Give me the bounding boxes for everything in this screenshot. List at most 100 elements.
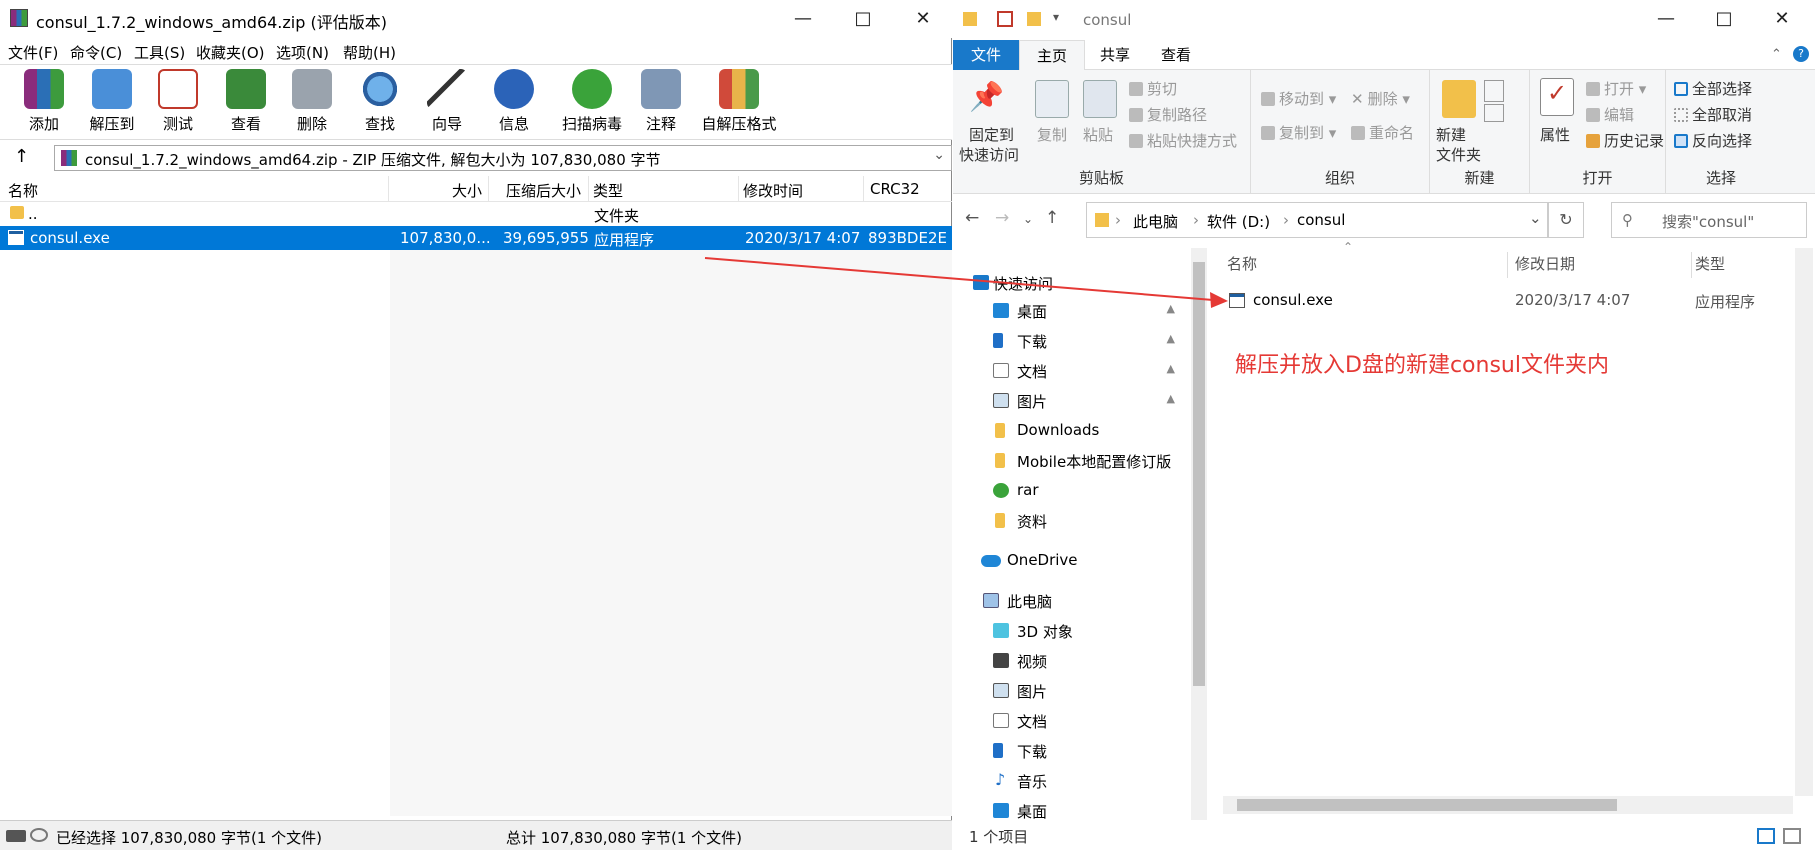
large-icons-view-icon[interactable] [1783,828,1801,844]
wizard-button[interactable]: 向导 [413,69,481,137]
horizontal-scrollbar[interactable] [1223,796,1793,814]
tab-home[interactable]: 主页 [1019,40,1085,70]
customize-dropdown-icon[interactable]: ▾ [1053,10,1059,24]
tab-share[interactable]: 共享 [1085,40,1145,70]
pin-to-quick-access-button[interactable]: 固定到 [969,124,1014,145]
breadcrumb-drive-d[interactable]: 软件 (D:) [1207,211,1270,232]
invert-selection-button[interactable]: 反向选择 [1674,130,1752,151]
breadcrumb-this-pc[interactable]: 此电脑 [1133,211,1178,232]
scrollbar-thumb[interactable] [1237,799,1617,811]
refresh-button[interactable]: ↻ [1548,202,1584,238]
nav-download[interactable]: 下载 ▲ [953,328,1193,354]
delete-button[interactable]: ✕ 删除 ▾ [1351,88,1410,109]
up-arrow-icon[interactable]: ↑ [14,146,29,167]
new-folder-button[interactable]: 新建 [1436,124,1466,145]
extract-to-button[interactable]: 解压到 [78,69,146,137]
nav-this-pc[interactable]: 此电脑 [953,588,1193,614]
menu-file[interactable]: 文件(F) [8,42,58,63]
paste-button[interactable]: 粘贴 [1083,124,1113,145]
nav-videos[interactable]: 视频 [953,648,1193,674]
comment-button[interactable]: 注释 [627,69,695,137]
view-button[interactable]: 查看 [212,69,280,137]
nav-pictures[interactable]: 图片 ▲ [953,388,1193,414]
nav-folder-rar[interactable]: rar [953,478,1193,504]
nav-quick-access[interactable]: 快速访问 [953,270,1193,296]
nav-music[interactable]: ♪ 音乐 [953,768,1193,794]
nav-documents-pc[interactable]: 文档 [953,708,1193,734]
nav-download-pc[interactable]: 下载 [953,738,1193,764]
column-divider[interactable] [388,176,389,202]
menu-command[interactable]: 命令(C) [70,42,122,63]
col-name[interactable]: 名称 [1227,253,1257,274]
new-item-icon[interactable] [1484,80,1504,102]
col-type[interactable]: 类型 [593,180,623,201]
test-button[interactable]: 测试 [144,69,212,137]
column-divider[interactable] [738,176,739,202]
open-button[interactable]: 打开 ▾ [1586,78,1646,99]
copy-path-button[interactable]: 复制路径 [1129,104,1207,125]
sfx-button[interactable]: 自解压格式 [700,69,778,137]
edit-button[interactable]: 编辑 [1586,104,1634,125]
find-button[interactable]: 查找 [346,69,414,137]
menu-favorites[interactable]: 收藏夹(O) [196,42,265,63]
list-item[interactable]: consul.exe 2020/3/17 4:07 应用程序 [1207,288,1815,314]
column-divider[interactable] [588,176,589,202]
move-to-button[interactable]: 移动到 ▾ [1261,88,1336,109]
nav-desktop[interactable]: 桌面 ▲ [953,298,1193,324]
nav-folder-downloads[interactable]: Downloads [953,418,1193,444]
forward-arrow-icon[interactable]: → [995,208,1009,228]
breadcrumb[interactable]: › 此电脑 › 软件 (D:) › consul ⌄ [1086,202,1548,238]
properties-button[interactable]: 属性 [1540,124,1570,145]
menu-help[interactable]: 帮助(H) [343,42,396,63]
scrollbar-thumb[interactable] [1193,262,1205,686]
recent-locations-icon[interactable]: ⌄ [1023,212,1033,226]
col-packed[interactable]: 压缩后大小 [506,180,581,201]
select-all-button[interactable]: 全部选择 [1674,78,1752,99]
scan-virus-button[interactable]: 扫描病毒 [557,69,627,137]
add-button[interactable]: 添加 [10,69,78,137]
select-none-button[interactable]: 全部取消 [1674,104,1752,125]
nav-3d-objects[interactable]: 3D 对象 [953,618,1193,644]
nav-documents[interactable]: 文档 ▲ [953,358,1193,384]
breadcrumb-consul[interactable]: consul [1297,211,1345,229]
close-button[interactable]: ✕ [1759,0,1805,38]
col-name[interactable]: 名称 [8,180,38,201]
collapse-ribbon-icon[interactable]: ⌃ [1771,47,1782,62]
close-button[interactable]: ✕ [900,0,946,38]
column-divider[interactable] [863,176,864,202]
tab-file[interactable]: 文件 [953,40,1019,70]
nav-folder-ziliao[interactable]: 资料 [953,508,1193,534]
easy-access-icon[interactable] [1484,104,1504,122]
up-arrow-icon[interactable]: ↑ [1045,208,1059,228]
copy-button[interactable]: 复制 [1037,124,1067,145]
nav-folder-mobile[interactable]: Mobile本地配置修订版 [953,448,1193,474]
history-button[interactable]: 历史记录 [1586,130,1664,151]
info-button[interactable]: 信息 [480,69,548,137]
delete-button[interactable]: 删除 [278,69,346,137]
chevron-down-icon[interactable]: ⌄ [933,147,945,163]
back-arrow-icon[interactable]: ← [965,208,979,228]
table-row-selected[interactable]: consul.exe 107,830,0... 39,695,955 应用程序 … [0,226,952,250]
properties-check-icon[interactable] [997,11,1013,27]
rename-button[interactable]: 重命名 [1351,122,1414,143]
tab-view[interactable]: 查看 [1145,40,1207,70]
col-type[interactable]: 类型 [1695,253,1725,274]
table-row[interactable]: .. 文件夹 [0,202,952,226]
col-modified[interactable]: 修改日期 [1515,253,1575,274]
col-size[interactable]: 大小 [452,180,482,201]
nav-scrollbar[interactable] [1191,248,1207,820]
minimize-button[interactable]: — [1643,0,1689,38]
column-divider[interactable] [1691,252,1692,278]
paste-shortcut-button[interactable]: 粘贴快捷方式 [1129,130,1237,151]
details-view-icon[interactable] [1757,828,1775,844]
archive-path-field[interactable]: consul_1.7.2_windows_amd64.zip - ZIP 压缩文… [54,145,952,171]
chevron-down-icon[interactable]: ⌄ [1529,209,1542,227]
menu-tools[interactable]: 工具(S) [134,42,185,63]
maximize-button[interactable]: □ [1701,0,1747,38]
col-modified[interactable]: 修改时间 [743,180,803,201]
copy-to-button[interactable]: 复制到 ▾ [1261,122,1336,143]
cut-button[interactable]: 剪切 [1129,78,1177,99]
menu-options[interactable]: 选项(N) [276,42,329,63]
col-crc[interactable]: CRC32 [870,180,920,198]
column-divider[interactable] [1507,252,1508,278]
